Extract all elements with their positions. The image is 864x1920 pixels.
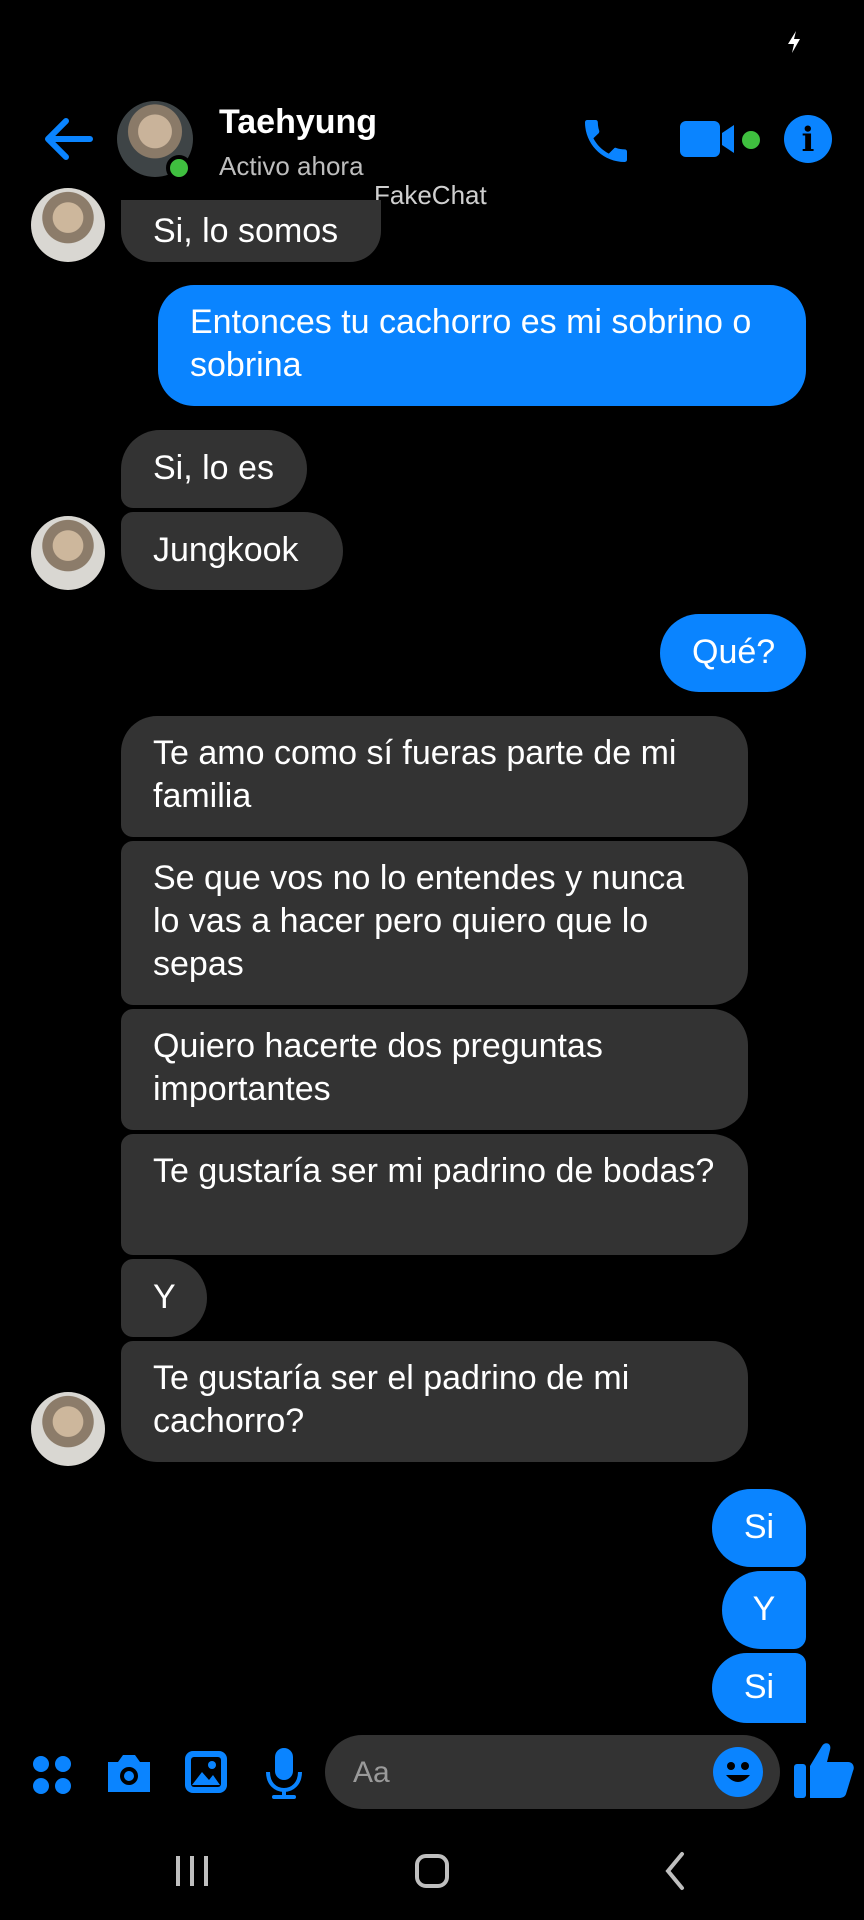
- contact-avatar-small[interactable]: [31, 516, 105, 590]
- online-status-dot: [166, 155, 192, 181]
- contact-name[interactable]: Taehyung: [219, 103, 377, 142]
- message-bubble[interactable]: Si: [712, 1653, 806, 1723]
- message-bubble[interactable]: Te gustaría ser el padrino de mi cachorr…: [121, 1341, 748, 1462]
- recent-apps-icon[interactable]: [174, 1840, 210, 1900]
- camera-icon[interactable]: [104, 1750, 154, 1796]
- info-icon[interactable]: i: [784, 115, 832, 163]
- message-bubble[interactable]: Si, lo somos: [121, 200, 381, 262]
- gallery-icon[interactable]: [182, 1748, 230, 1796]
- home-icon[interactable]: [414, 1840, 450, 1900]
- microphone-icon[interactable]: [264, 1746, 304, 1800]
- video-camera-icon[interactable]: [680, 117, 746, 161]
- contact-avatar-small[interactable]: [31, 1392, 105, 1466]
- message-bubble[interactable]: Si, lo es: [121, 430, 307, 508]
- contact-status: Activo ahora: [219, 151, 364, 181]
- message-bubble[interactable]: Entonces tu cachorro es mi sobrino o sob…: [158, 285, 806, 406]
- message-composer[interactable]: [325, 1735, 780, 1811]
- message-bubble[interactable]: Y: [722, 1571, 806, 1649]
- message-bubble[interactable]: Y: [121, 1259, 207, 1337]
- back-icon[interactable]: [660, 1840, 690, 1900]
- apps-icon[interactable]: [31, 1754, 73, 1796]
- thumbs-up-icon[interactable]: [792, 1738, 856, 1802]
- watermark: FakeChat: [374, 180, 487, 210]
- message-bubble[interactable]: Quiero hacerte dos preguntas importantes: [121, 1009, 748, 1130]
- video-status-dot: [742, 131, 760, 149]
- message-bubble[interactable]: Si: [712, 1489, 806, 1567]
- message-input[interactable]: [351, 1735, 695, 1811]
- back-arrow-icon[interactable]: [40, 115, 96, 163]
- message-bubble[interactable]: Se que vos no lo entendes y nunca lo vas…: [121, 841, 748, 1005]
- contact-avatar-small[interactable]: [31, 188, 105, 262]
- phone-icon[interactable]: [578, 113, 634, 169]
- emoji-icon[interactable]: [713, 1747, 763, 1797]
- message-bubble[interactable]: Qué?: [660, 614, 806, 692]
- message-bubble[interactable]: Jungkook: [121, 512, 343, 590]
- message-bubble[interactable]: Te amo como sí fueras parte de mi famili…: [121, 716, 748, 837]
- charging-icon: [788, 31, 800, 53]
- message-bubble[interactable]: Te gustaría ser mi padrino de bodas?: [121, 1134, 748, 1255]
